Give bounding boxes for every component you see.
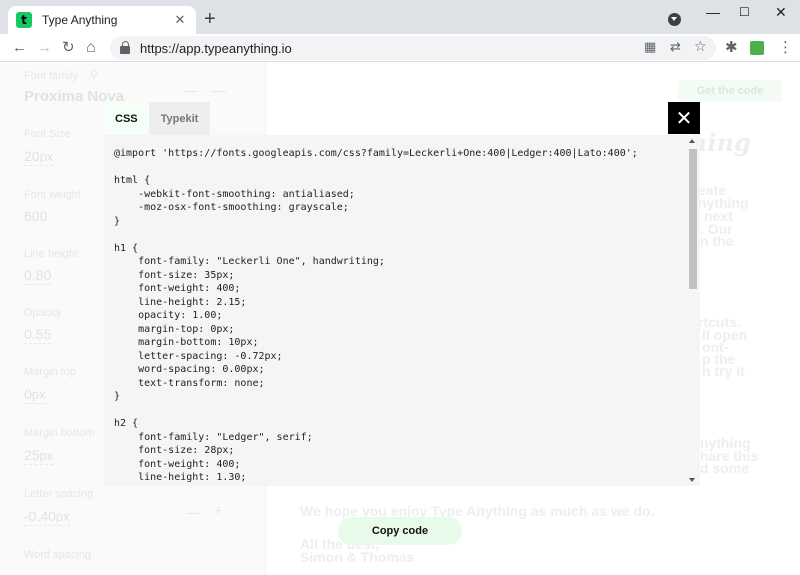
forward-icon[interactable]: → <box>37 39 52 57</box>
code-line: text-transform: none; <box>114 377 265 389</box>
reload-icon[interactable]: ↻ <box>62 39 75 57</box>
code-tabs: CSS Typekit <box>104 102 211 135</box>
tab-title: Type Anything <box>42 13 118 27</box>
url-text: https://app.typeanything.io <box>140 40 292 56</box>
code-line: line-height: 1.30; <box>114 472 247 483</box>
code-modal: CSS Typekit ✕ @import 'https://fonts.goo… <box>104 102 700 486</box>
tab-typekit[interactable]: Typekit <box>148 102 211 135</box>
code-line: h1 { <box>114 242 139 254</box>
window-close-icon[interactable]: ✕ <box>775 4 787 21</box>
tab-close-icon[interactable]: ✕ <box>172 12 188 28</box>
address-bar[interactable]: https://app.typeanything.io ▦ ⇄ ☆ <box>110 36 716 60</box>
code-line: html { <box>114 175 151 186</box>
code-line: } <box>114 215 121 227</box>
translate-icon[interactable]: ⇄ <box>670 39 681 55</box>
code-line: @import 'https://fonts.googleapis.com/cs… <box>114 148 638 159</box>
code-line: line-height: 2.15; <box>114 296 247 308</box>
code-line: font-size: 28px; <box>114 445 235 456</box>
browser-menu-icon[interactable]: ⋮ <box>778 39 793 57</box>
back-icon[interactable]: ← <box>12 39 27 57</box>
lock-icon <box>120 41 130 54</box>
code-line: opacity: 1.00; <box>114 485 638 487</box>
qr-code-icon[interactable]: ▦ <box>644 39 656 55</box>
extension-calendar-icon[interactable] <box>750 41 764 55</box>
code-line: letter-spacing: -0.72px; <box>114 350 283 362</box>
home-icon[interactable]: ⌂ <box>86 39 96 57</box>
code-line: opacity: 1.00; <box>114 310 223 321</box>
close-modal-button[interactable]: ✕ <box>668 102 700 134</box>
css-code-block[interactable]: @import 'https://fonts.googleapis.com/cs… <box>114 147 638 486</box>
maximize-icon[interactable]: ☐ <box>739 5 750 19</box>
profile-dropdown-icon[interactable] <box>668 13 681 26</box>
type-anything-favicon-icon: t <box>16 12 32 28</box>
scroll-down-arrow-icon[interactable] <box>689 478 695 482</box>
browser-toolbar: ← → ↻ ⌂ https://app.typeanything.io ▦ ⇄ … <box>0 34 800 62</box>
code-line: font-family: "Leckerli One", handwriting… <box>114 256 385 267</box>
tab-css[interactable]: CSS <box>104 102 149 135</box>
new-tab-icon[interactable]: + <box>204 9 216 29</box>
code-line: font-family: "Ledger", serif; <box>114 431 313 443</box>
code-line: -webkit-font-smoothing: antialiased; <box>114 188 355 200</box>
code-line: margin-top: 0px; <box>114 323 235 335</box>
browser-tab-bar: t Type Anything ✕ + — ☐ ✕ <box>0 0 800 34</box>
scroll-up-arrow-icon[interactable] <box>689 139 695 143</box>
code-line: font-size: 35px; <box>114 269 235 281</box>
code-line: font-weight: 400; <box>114 458 241 470</box>
scrollbar-thumb[interactable] <box>689 149 697 289</box>
browser-tab[interactable]: t Type Anything ✕ <box>8 6 196 34</box>
copy-code-button[interactable]: Copy code <box>338 517 462 545</box>
bookmark-star-icon[interactable]: ☆ <box>694 38 707 55</box>
code-line: font-weight: 400; <box>114 283 241 294</box>
extensions-icon[interactable]: ✱ <box>725 39 738 57</box>
code-line: margin-bottom: 10px; <box>114 337 259 348</box>
code-line: h2 { <box>114 418 139 429</box>
code-line: word-spacing: 0.00px; <box>114 364 265 375</box>
code-panel[interactable]: @import 'https://fonts.googleapis.com/cs… <box>104 135 700 486</box>
code-line: -moz-osx-font-smoothing: grayscale; <box>114 202 349 213</box>
code-line: } <box>114 391 121 402</box>
code-scrollbar[interactable] <box>686 135 700 486</box>
minimize-icon[interactable]: — <box>706 4 720 20</box>
